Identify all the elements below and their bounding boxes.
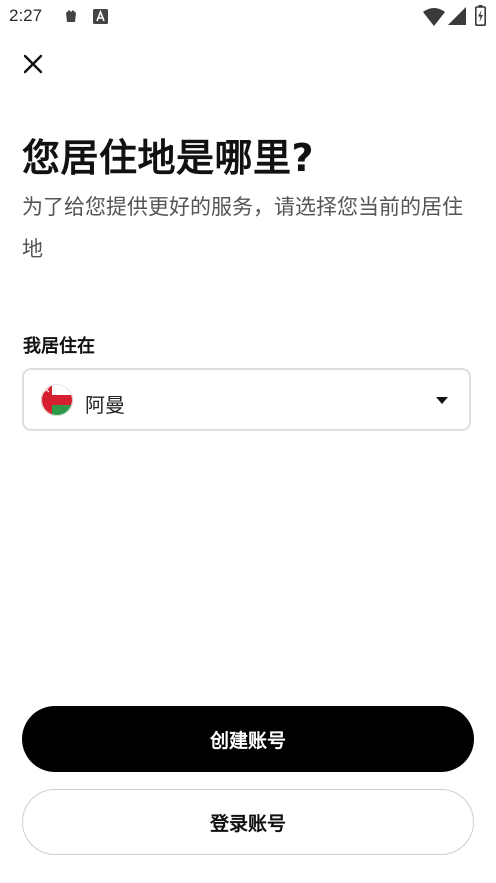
residence-field-label: 我居住在 [23, 336, 95, 357]
oman-flag-icon [41, 384, 73, 416]
country-select[interactable]: 阿曼 [22, 368, 471, 431]
signal-icon [448, 7, 466, 25]
wifi-icon [423, 8, 445, 26]
page-subtitle: 为了给您提供更好的服务，请选择您当前的居住地 [22, 195, 463, 261]
dropdown-arrow-icon [436, 397, 448, 404]
status-bar: 2:27 [0, 0, 496, 34]
selected-country-name: 阿曼 [85, 393, 125, 417]
notification-icon [66, 10, 76, 22]
status-time: 2:27 [9, 6, 43, 25]
battery-charging-icon [475, 5, 486, 26]
close-icon[interactable] [18, 49, 48, 79]
accessibility-a-icon [93, 9, 108, 24]
login-button[interactable]: 登录账号 [22, 789, 474, 855]
page-title: 您居住地是哪里? [22, 136, 315, 180]
create-account-button[interactable]: 创建账号 [22, 706, 474, 772]
